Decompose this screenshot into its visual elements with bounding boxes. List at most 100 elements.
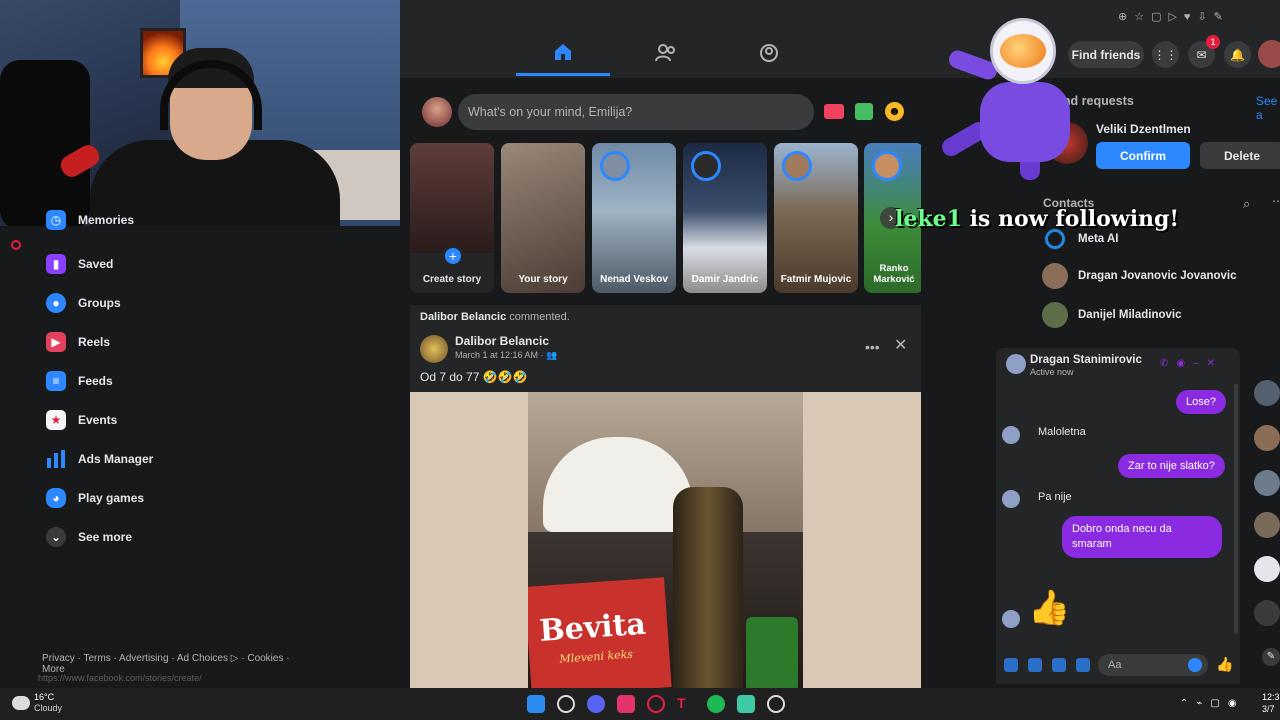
sidebar-item-ads-manager[interactable]: Ads Manager — [30, 439, 410, 478]
chat-head-avatar[interactable] — [1254, 380, 1280, 406]
chat-head-avatar[interactable] — [1254, 512, 1280, 538]
story-create[interactable]: + Create story — [410, 143, 494, 293]
chat-message-me: Zar to nije slatko? — [1118, 454, 1225, 478]
menu-grid-button[interactable]: ⋮⋮ — [1152, 41, 1179, 68]
chat-scrollbar[interactable] — [1234, 384, 1238, 634]
search-icon[interactable]: ⌕ — [1243, 196, 1250, 212]
windows-taskbar: 16°C Cloudy T ⌃⌁▢◉ 12:3 3/7 — [0, 688, 1280, 720]
chevron-down-icon: ⌄ — [46, 526, 66, 547]
gif-icon[interactable] — [1076, 658, 1090, 672]
emoji-icon[interactable] — [1188, 658, 1202, 672]
story-your[interactable]: Your story — [501, 143, 585, 293]
post-image[interactable]: Bevita Mleveni keks — [528, 392, 803, 692]
saved-icon: ▮ — [46, 253, 66, 274]
home-icon — [555, 43, 571, 60]
sidebar-item-label: Saved — [78, 256, 114, 271]
follow-alert: leke1 is now following! — [895, 206, 1179, 232]
see-all-link[interactable]: See a — [1256, 94, 1280, 122]
post-timestamp[interactable]: March 1 at 12:16 AM · 👥 — [455, 350, 557, 361]
sidebar-item-label: Ads Manager — [78, 451, 154, 466]
tab-home[interactable] — [516, 30, 610, 76]
story-avatar — [782, 151, 812, 181]
discord-icon[interactable] — [587, 695, 605, 713]
activity-verb: commented. — [509, 311, 570, 323]
chat-message-avatar — [1002, 426, 1020, 444]
tab-groups[interactable] — [722, 30, 816, 76]
microphone-icon[interactable] — [1004, 658, 1018, 672]
sidebar-item-label: Groups — [78, 295, 121, 310]
chat-head-avatar[interactable] — [1254, 425, 1280, 451]
feeling-icon[interactable]: ☻ — [885, 102, 904, 121]
composer-input[interactable]: What's on your mind, Emilija? — [458, 94, 814, 130]
friend-request-name[interactable]: Veliki Dzentlmen — [1096, 122, 1191, 136]
contact-danijel-miladinovic[interactable]: Danijel Miladinovic — [1042, 300, 1182, 330]
find-friends-button[interactable]: Find friends — [1068, 41, 1144, 68]
live-video-icon[interactable] — [824, 104, 844, 119]
opera-icon[interactable] — [647, 695, 665, 713]
sidebar-item-label: See more — [78, 529, 133, 544]
story-name: Ranko Marković — [873, 263, 915, 285]
spotify-icon[interactable] — [707, 695, 725, 713]
confirm-button[interactable]: Confirm — [1096, 142, 1190, 169]
tiktok-icon[interactable] — [617, 695, 635, 713]
chat-head-avatar[interactable] — [1254, 470, 1280, 496]
clock-time[interactable]: 12:3 — [1262, 692, 1280, 702]
search-icon[interactable] — [557, 695, 575, 713]
story-fatmir-mujovic[interactable]: Fatmir Mujovic — [774, 143, 858, 293]
browser-toolbar-icons[interactable]: ⊕☆▢▷♥⇩✎ — [1118, 10, 1230, 23]
image-appliance — [543, 437, 693, 532]
post-time-text[interactable]: March 1 at 12:16 AM · — [455, 350, 546, 360]
account-avatar[interactable] — [1258, 40, 1280, 68]
chat-header-actions[interactable]: ✆◉–✕ — [1160, 358, 1223, 369]
more-options-icon[interactable]: ••• — [865, 339, 880, 355]
windows-start-icon[interactable] — [527, 695, 545, 713]
image-bottle — [673, 487, 743, 692]
clock-date[interactable]: 3/7 — [1262, 704, 1275, 714]
contact-dragan-jovanovic[interactable]: Dragan Jovanovic Jovanovic — [1042, 261, 1237, 291]
sidebar-item-saved[interactable]: ▮ Saved — [30, 244, 410, 283]
sidebar-item-play-games[interactable]: ◕ Play games — [30, 478, 410, 517]
like-icon[interactable]: 👍 — [1216, 656, 1233, 673]
activity-actor[interactable]: Dalibor Belancic — [420, 311, 506, 323]
chat-head-avatar[interactable] — [1254, 556, 1280, 582]
status-url-hint: https://www.facebook.com/stories/create/ — [38, 673, 202, 683]
obs-icon[interactable] — [767, 695, 785, 713]
sidebar-item-reels[interactable]: ▶ Reels — [30, 322, 410, 361]
post-author[interactable]: Dalibor Belancic — [455, 334, 549, 348]
cloud-icon — [12, 696, 30, 710]
sidebar-item-events[interactable]: ★ Events — [30, 400, 410, 439]
new-message-icon[interactable]: ✎ — [1262, 648, 1280, 666]
tiktok-studio-icon[interactable]: T — [677, 695, 695, 713]
chat-header-avatar[interactable] — [1006, 354, 1026, 374]
chat-head-avatar[interactable] — [1254, 600, 1280, 626]
sidebar-item-groups[interactable]: ● Groups — [30, 283, 410, 322]
instagram-icon[interactable] — [11, 240, 21, 250]
weather-condition[interactable]: Cloudy — [34, 703, 62, 713]
close-icon[interactable]: ✕ — [894, 335, 907, 355]
story-nenad-veskov[interactable]: Nenad Veskov — [592, 143, 676, 293]
footer-links-text[interactable]: Privacy · Terms · Advertising · Ad Choic… — [42, 653, 290, 664]
footer-links[interactable]: Privacy · Terms · Advertising · Ad Choic… — [42, 653, 290, 675]
post-author-avatar[interactable] — [420, 335, 448, 363]
bell-icon: 🔔 — [1230, 47, 1245, 62]
sidebar-item-feeds[interactable]: ≡ Feeds — [30, 361, 410, 400]
sticker-icon[interactable] — [1052, 658, 1066, 672]
contacts-more-icon[interactable]: ⋯ — [1272, 194, 1280, 208]
sidebar-item-see-more[interactable]: ⌄ See more — [30, 517, 410, 556]
photo-video-icon[interactable] — [855, 103, 873, 120]
image-icon[interactable] — [1028, 658, 1042, 672]
story-avatar — [691, 151, 721, 181]
post-activity: Dalibor Belancic commented. — [420, 311, 570, 323]
chat-header-name[interactable]: Dragan Stanimirovic — [1030, 354, 1142, 366]
contact-name: Danijel Miladinovic — [1078, 309, 1182, 321]
composer-avatar[interactable] — [422, 97, 452, 127]
delete-button[interactable]: Delete — [1200, 142, 1280, 169]
image-brand-subtext: Mleveni keks — [559, 647, 634, 666]
weather-temperature[interactable]: 16°C — [34, 692, 54, 702]
friends-icon — [655, 44, 675, 62]
notifications-button[interactable]: 🔔 — [1224, 41, 1251, 68]
tab-friends[interactable] — [619, 30, 713, 76]
app-icon[interactable] — [737, 695, 755, 713]
story-damir-jandric[interactable]: Damir Jandric — [683, 143, 767, 293]
system-tray-icons[interactable]: ⌃⌁▢◉ — [1180, 698, 1245, 709]
